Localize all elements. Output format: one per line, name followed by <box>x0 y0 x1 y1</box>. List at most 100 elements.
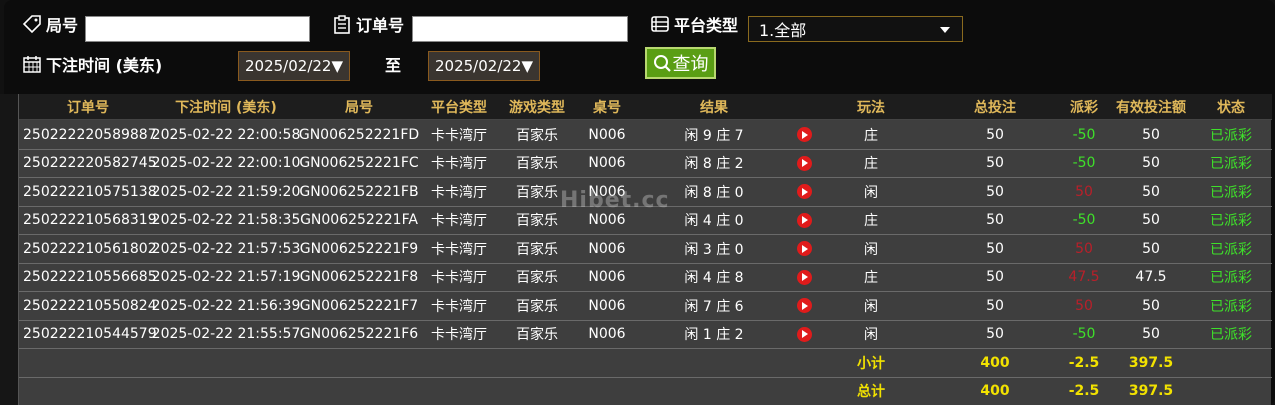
replay-cell <box>789 321 819 349</box>
platform-select[interactable]: 1.全部 <box>748 16 963 42</box>
total-bet: 400 <box>980 383 1010 400</box>
cell-bet: 50 <box>986 297 1004 314</box>
replay-cell <box>789 207 819 235</box>
column-header: 桌号 <box>593 99 621 116</box>
total-label: 总计 <box>857 384 885 401</box>
play-video-icon[interactable] <box>796 241 812 257</box>
cell-play: 闲 <box>864 241 878 258</box>
cell-valid: 50 <box>1142 297 1160 314</box>
cell-order: 250222210556685 <box>23 269 157 286</box>
replay-cell <box>789 178 819 206</box>
cell-valid: 50 <box>1142 326 1160 343</box>
cell-round: GN006252221F6 <box>299 326 419 343</box>
cell-result: 闲 1 庄 2 <box>684 327 744 344</box>
cell-game: 百家乐 <box>516 127 558 144</box>
cell-game: 百家乐 <box>516 327 558 344</box>
date-from-picker[interactable]: 2025/02/22▼ <box>238 51 350 81</box>
cell-time: 2025-02-22 21:55:57 <box>151 326 301 343</box>
play-video-icon[interactable] <box>796 184 812 200</box>
calendar-icon <box>23 56 41 73</box>
subtotal-bet: 400 <box>980 354 1010 371</box>
table-row[interactable]: 250222210556685 2025-02-22 21:57:19 GN0062… <box>19 264 1272 292</box>
column-header: 结果 <box>700 99 728 116</box>
cell-status: 已派彩 <box>1210 298 1252 315</box>
cell-platform: 卡卡湾厅 <box>431 298 487 315</box>
cell-order: 250222210544579 <box>23 326 157 343</box>
cell-order: 250222210561802 <box>23 240 157 257</box>
cell-time: 2025-02-22 21:57:19 <box>151 269 301 286</box>
play-video-icon[interactable] <box>796 212 812 228</box>
table-row[interactable]: 250222210568319 2025-02-22 21:58:35 GN0062… <box>19 207 1272 235</box>
cell-game: 百家乐 <box>516 270 558 287</box>
subtotal-row: 小计 400 -2.5 397.5 <box>19 349 1272 378</box>
column-header: 平台类型 <box>431 99 487 116</box>
cell-round: GN006252221FD <box>298 126 420 143</box>
query-button[interactable]: 查询 <box>645 47 716 79</box>
replay-cell <box>789 121 819 149</box>
cell-game: 百家乐 <box>516 156 558 173</box>
query-button-label: 查询 <box>672 54 709 75</box>
cell-game: 百家乐 <box>516 184 558 201</box>
server-icon <box>651 16 669 32</box>
cell-time: 2025-02-22 21:58:35 <box>151 212 301 229</box>
cell-round: GN006252221FA <box>300 212 418 229</box>
cell-bet: 50 <box>986 326 1004 343</box>
cell-time: 2025-02-22 22:00:10 <box>151 155 301 172</box>
play-video-icon[interactable] <box>796 269 812 285</box>
clipboard-icon <box>334 15 350 34</box>
table-row[interactable]: 250222210575138 2025-02-22 21:59:20 GN0062… <box>19 178 1272 207</box>
cell-valid: 50 <box>1142 183 1160 200</box>
round-input[interactable] <box>85 16 310 42</box>
cell-play: 庄 <box>864 156 878 173</box>
cell-bet: 50 <box>986 155 1004 172</box>
play-video-icon[interactable] <box>796 326 812 342</box>
cell-platform: 卡卡湾厅 <box>431 156 487 173</box>
column-header <box>789 94 819 119</box>
column-header: 总投注 <box>974 99 1016 116</box>
cell-valid: 47.5 <box>1135 269 1167 286</box>
subtotal-label: 小计 <box>857 355 885 372</box>
cell-play: 闲 <box>864 327 878 344</box>
play-video-icon[interactable] <box>796 155 812 171</box>
cell-bet: 50 <box>986 240 1004 257</box>
cell-result: 闲 7 庄 6 <box>684 298 744 315</box>
table-row[interactable]: 250222220582745 2025-02-22 22:00:10 GN0062… <box>19 150 1272 178</box>
cell-status: 已派彩 <box>1210 270 1252 287</box>
table-row[interactable]: 250222210561802 2025-02-22 21:57:53 GN0062… <box>19 235 1272 264</box>
cell-time: 2025-02-22 22:00:58 <box>151 126 301 143</box>
cell-valid: 50 <box>1142 212 1160 229</box>
column-header: 订单号 <box>67 99 109 116</box>
to-label: 至 <box>385 56 402 75</box>
cell-round: GN006252221F7 <box>299 297 419 314</box>
cell-bet: 50 <box>986 183 1004 200</box>
order-number-input[interactable] <box>412 16 628 42</box>
cell-play: 庄 <box>864 270 878 287</box>
order-label-text: 订单号 <box>356 16 405 35</box>
table-row[interactable]: 250222220589887 2025-02-22 22:00:58 GN0062… <box>19 121 1272 150</box>
date-to-picker[interactable]: 2025/02/22▼ <box>428 51 540 81</box>
table-header-row: 订单号 下注时间 (美东) 局号 平台类型 游戏类型 桌号 结果 玩法 总投注 派彩 有效投注额 状态 <box>19 94 1272 120</box>
column-header: 游戏类型 <box>509 99 565 116</box>
cell-time: 2025-02-22 21:56:39 <box>151 297 301 314</box>
cell-round: GN006252221F8 <box>299 269 419 286</box>
cell-valid: 50 <box>1142 240 1160 257</box>
table-row[interactable]: 250222210550824 2025-02-22 21:56:39 GN0062… <box>19 292 1272 321</box>
search-icon <box>653 55 671 72</box>
cell-platform: 卡卡湾厅 <box>431 327 487 344</box>
play-video-icon[interactable] <box>796 127 812 143</box>
cell-game: 百家乐 <box>516 213 558 230</box>
cell-bet: 50 <box>986 269 1004 286</box>
cell-round: GN006252221F9 <box>299 240 419 257</box>
cell-status: 已派彩 <box>1210 327 1252 344</box>
replay-cell <box>789 264 819 292</box>
column-header: 状态 <box>1217 99 1245 116</box>
table-row[interactable]: 250222210544579 2025-02-22 21:55:57 GN0062… <box>19 321 1272 349</box>
cell-game: 百家乐 <box>516 241 558 258</box>
round-filter-label: 局号 <box>22 12 78 36</box>
cell-table: N006 <box>588 297 626 314</box>
cell-result: 闲 9 庄 7 <box>684 127 744 144</box>
play-video-icon[interactable] <box>796 298 812 314</box>
column-header: 玩法 <box>857 99 885 116</box>
subtotal-valid: 397.5 <box>1128 354 1174 371</box>
column-header: 有效投注额 <box>1116 99 1186 116</box>
